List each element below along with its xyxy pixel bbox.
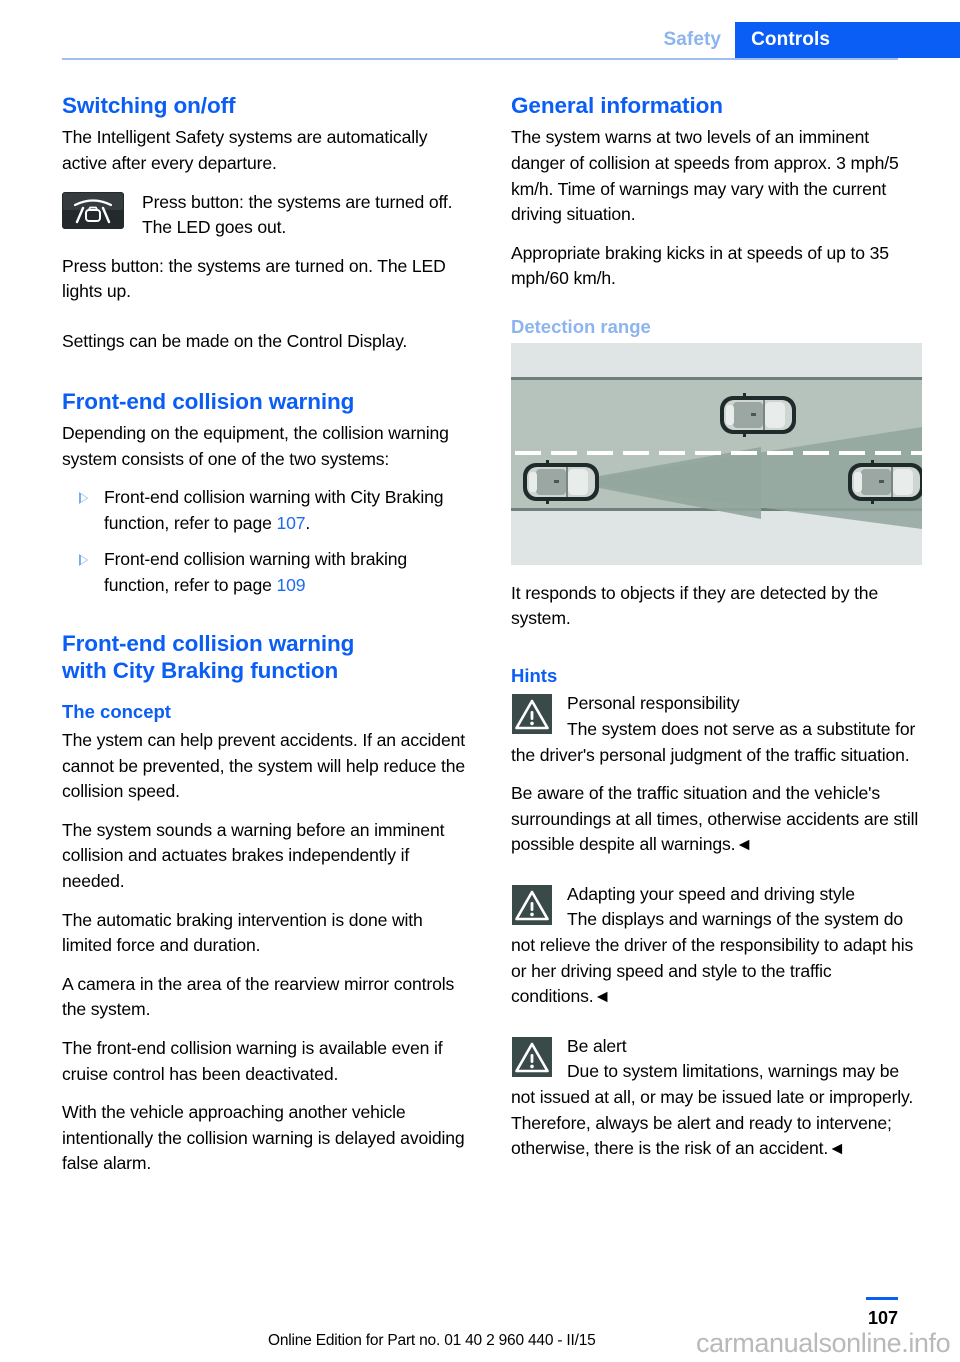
heading-switching-on-off: Switching on/off xyxy=(62,93,236,118)
fcw-system-list: Front-end collision warning with City Br… xyxy=(62,485,473,598)
heading-general-information: General information xyxy=(511,93,723,118)
tab-safety[interactable]: Safety xyxy=(649,22,735,58)
heading-the-concept: The concept xyxy=(62,701,171,723)
right-column: General information The system warns at … xyxy=(511,92,922,1175)
concept-paragraph-3: The automatic braking intervention is do… xyxy=(62,909,423,956)
general-paragraph-2: Appropriate braking kicks in at speeds o… xyxy=(511,242,889,289)
page-number: 107 xyxy=(867,1308,898,1328)
left-column: Switching on/off The Intelligent Safety … xyxy=(62,92,473,1190)
warning-triangle-icon xyxy=(512,1036,552,1077)
list-item-text: Front-end collision warning with City Br… xyxy=(104,487,444,533)
heading-detection-range: Detection range xyxy=(511,316,651,337)
heading-front-end-collision-warning: Front-end collision warning xyxy=(62,388,355,414)
bullet-triangle-icon xyxy=(79,492,88,505)
header-divider xyxy=(62,58,898,60)
warning-body-text: Due to system limitations, warnings may … xyxy=(511,1061,914,1159)
heading-line-1: Front-end collision warning xyxy=(62,630,355,656)
page-number-rule xyxy=(866,1297,898,1300)
warning-body: Due to system limitations, warnings may … xyxy=(511,1059,922,1161)
switching-paragraph-1: The Intelligent Safety systems are autom… xyxy=(62,127,428,174)
button-press-off-block: Press button: the systems are turned off… xyxy=(62,190,473,241)
site-watermark: carmanualsonline.info xyxy=(696,1328,951,1358)
edition-notice: Online Edition for Part no. 01 40 2 960 … xyxy=(268,1332,596,1349)
figure-caption: It responds to objects if they are detec… xyxy=(511,582,879,629)
button-press-off-text: Press button: the systems are turned off… xyxy=(142,191,453,238)
page-footer: 107 Online Edition for Part no. 01 40 2 … xyxy=(0,1296,960,1362)
detection-range-illustration xyxy=(511,342,922,565)
intelligent-safety-button-icon xyxy=(62,191,124,229)
concept-paragraph-2: The system sounds a warning before an im… xyxy=(62,819,445,891)
list-item-text: Front-end collision warning with braking… xyxy=(104,549,408,595)
warning-triangle-icon xyxy=(512,694,552,735)
concept-paragraph-6: With the vehicle approaching another veh… xyxy=(62,1102,465,1174)
warning-block-personal-responsibility: Personal responsibility The system does … xyxy=(511,691,922,768)
warning-title: Be alert xyxy=(567,1035,627,1056)
warning-title: Adapting your speed and driving style xyxy=(567,883,855,904)
warning-body: The displays and warnings of the system … xyxy=(511,907,922,1009)
page-reference-link[interactable]: 109 xyxy=(276,575,305,595)
warning-block-be-alert: Be alert Due to system limitations, warn… xyxy=(511,1034,922,1162)
heading-line-2: with City Braking function xyxy=(62,658,339,684)
concept-paragraph-1: The ystem can help prevent accidents. If… xyxy=(62,730,465,802)
warning-block-adapting-speed: Adapting your speed and driving style Th… xyxy=(511,882,922,1010)
warning-body-text: The displays and warnings of the system … xyxy=(511,909,914,1007)
switching-paragraph-3: Settings can be made on the Control Disp… xyxy=(62,331,408,351)
car-ego-left xyxy=(523,459,599,504)
header-tabs: Safety Controls xyxy=(649,22,960,58)
list-item: Front-end collision warning with braking… xyxy=(62,547,473,598)
list-item: Front-end collision warning with City Br… xyxy=(62,485,473,536)
tab-controls[interactable]: Controls xyxy=(735,22,960,58)
heading-hints: Hints xyxy=(511,664,558,686)
list-item-suffix: . xyxy=(305,512,311,533)
bullet-triangle-icon xyxy=(79,554,88,567)
concept-paragraph-5: The front-end collision warning is avail… xyxy=(62,1037,443,1084)
page-reference-link[interactable]: 107 xyxy=(276,513,305,533)
fcw-intro-paragraph: Depending on the equipment, the collisio… xyxy=(62,423,449,469)
car-target-right xyxy=(848,459,922,504)
warning-body-continuation: Be aware of the traffic situation and th… xyxy=(511,783,919,855)
warning-triangle-icon xyxy=(512,884,552,925)
page-header: Safety Controls xyxy=(0,0,960,70)
warning-body-text: The system does not serve as a substitut… xyxy=(511,718,916,765)
general-paragraph-1: The system warns at two levels of an imm… xyxy=(511,127,899,225)
warning-title: Personal responsibility xyxy=(567,693,740,714)
switching-paragraph-2: Press button: the systems are turned on.… xyxy=(62,255,446,302)
warning-body: The system does not serve as a substitut… xyxy=(511,717,922,768)
heading-fcw-city-braking: Front-end collision warning with City Br… xyxy=(62,630,473,685)
car-upper xyxy=(720,392,796,437)
concept-paragraph-4: A camera in the area of the rearview mir… xyxy=(62,973,455,1020)
